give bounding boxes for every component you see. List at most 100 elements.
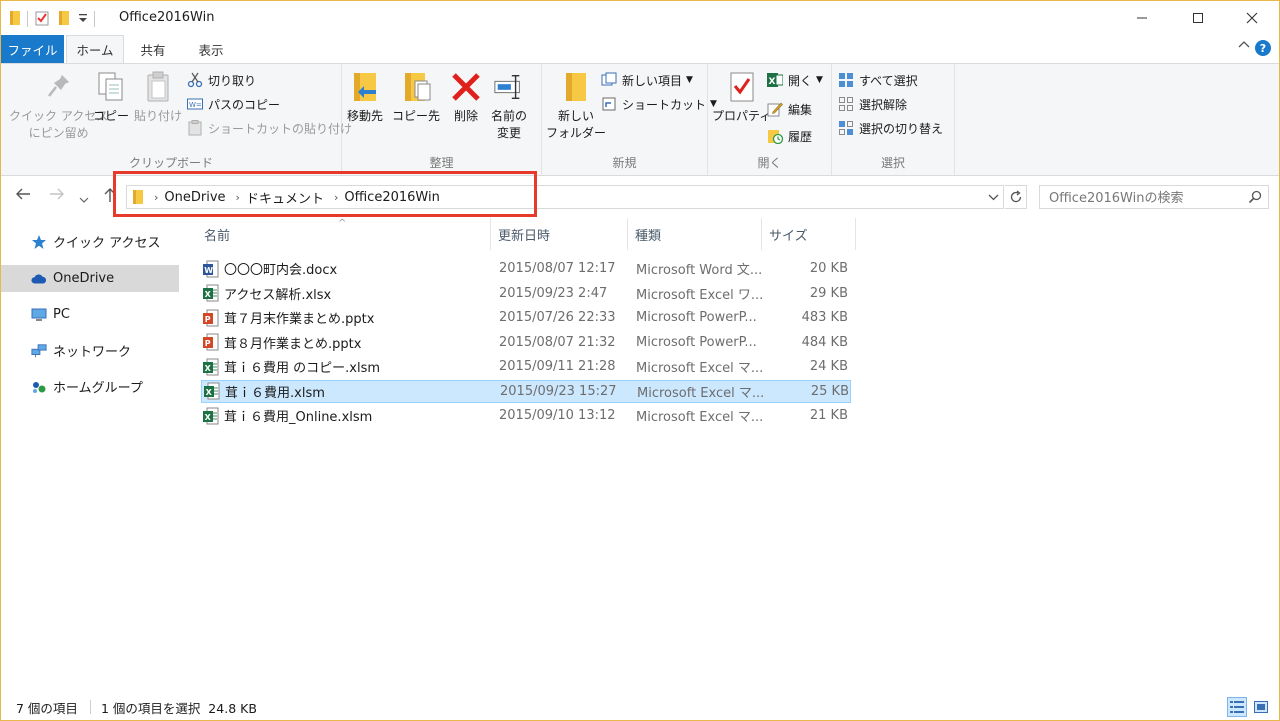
address-dropdown-icon[interactable] <box>988 190 999 207</box>
file-name: 〇〇〇町内会.docx <box>224 263 338 278</box>
file-name: アクセス解析.xlsx <box>224 287 332 303</box>
collapse-ribbon-icon[interactable] <box>1238 39 1250 54</box>
breadcrumb-chevron-icon[interactable]: › <box>154 191 158 204</box>
close-button[interactable] <box>1229 1 1275 35</box>
edit-button[interactable]: 編集 <box>767 98 812 120</box>
search-input[interactable] <box>1047 187 1241 209</box>
properties-button[interactable]: プロパティ <box>712 70 771 125</box>
up-arrow-icon[interactable] <box>103 187 117 207</box>
new-folder-qat-icon[interactable] <box>58 10 70 29</box>
copy-to-button[interactable]: コピー先 <box>392 70 440 125</box>
tab-file[interactable]: ファイル <box>1 35 64 63</box>
file-size: 483 KB <box>801 310 848 325</box>
column-header-name[interactable]: 名前 <box>197 218 491 250</box>
open-button[interactable]: X 開く ▼ <box>767 69 823 91</box>
nav-item-quick-access[interactable]: クイック アクセス <box>1 228 179 255</box>
select-none-button[interactable]: 選択解除 <box>838 93 907 115</box>
new-item-label: 新しい項目 <box>622 73 683 88</box>
minimize-button[interactable] <box>1119 1 1165 35</box>
file-type: Microsoft Word 文... <box>636 263 763 278</box>
tab-home[interactable]: ホーム <box>66 35 124 63</box>
file-type: Microsoft Excel マ... <box>636 410 764 425</box>
column-header-size[interactable]: サイズ <box>762 218 856 250</box>
breadcrumb-current-folder[interactable]: Office2016Win <box>344 190 439 205</box>
copy-icon <box>95 70 127 104</box>
properties-qat-icon[interactable] <box>34 10 50 29</box>
pin-icon <box>43 70 75 104</box>
file-row[interactable]: W 〇〇〇町内会.docx 2015/08/07 12:17 Microsoft Wo… <box>201 257 851 280</box>
search-icon[interactable] <box>1248 190 1262 207</box>
details-view-button[interactable] <box>1227 697 1247 717</box>
customize-qat-icon[interactable] <box>78 12 88 27</box>
word-file-icon: W <box>203 260 219 277</box>
copy-button[interactable]: コピー <box>93 70 129 125</box>
file-name: 茸ｉ６費用 のコピー.xlsm <box>224 361 381 376</box>
nav-item-pc[interactable]: PC <box>1 301 179 328</box>
organize-group-label: 整理 <box>429 156 454 170</box>
excel-file-icon: X <box>204 382 220 400</box>
file-row[interactable]: X 茸ｉ６費用_Online.xlsm 2015/09/10 13:12 Micros… <box>201 404 851 427</box>
nav-item-homegroup[interactable]: ホームグループ <box>1 373 179 400</box>
file-name-cell: W 〇〇〇町内会.docx <box>201 259 495 278</box>
file-row[interactable]: P 茸７月末作業まとめ.pptx 2015/07/26 22:33 Microsoft… <box>201 306 851 329</box>
nav-item-onedrive[interactable]: OneDrive <box>1 265 179 292</box>
maximize-button[interactable] <box>1175 1 1221 35</box>
cut-button[interactable]: 切り取り <box>187 69 256 91</box>
help-icon[interactable]: ? <box>1255 40 1271 56</box>
file-size: 24 KB <box>809 359 848 374</box>
column-header-label: 更新日時 <box>498 228 551 244</box>
file-row[interactable]: X 茸ｉ６費用 のコピー.xlsm 2015/09/11 21:28 Microsof… <box>201 355 851 378</box>
rename-icon <box>493 70 525 104</box>
new-folder-button[interactable]: 新しい フォルダー <box>546 70 606 142</box>
column-header-type[interactable]: 種類 <box>628 218 762 250</box>
history-button[interactable]: 履歴 <box>767 125 812 147</box>
select-all-button[interactable]: すべて選択 <box>838 69 918 91</box>
forward-arrow-icon[interactable] <box>49 187 65 205</box>
paste-shortcut-button[interactable]: ショートカットの貼り付け <box>187 117 352 139</box>
new-group: 新しい フォルダー 新しい項目 ▼ ショートカット ▼ 新規 <box>542 64 717 175</box>
back-arrow-icon[interactable] <box>15 187 31 205</box>
select-all-icon <box>838 72 854 88</box>
select-all-label: すべて選択 <box>859 73 918 88</box>
copy-path-label: パスのコピー <box>208 97 281 112</box>
paste-button[interactable]: 貼り付け <box>134 70 182 125</box>
tab-view[interactable]: 表示 <box>182 35 240 63</box>
move-to-label: 移動先 <box>347 109 384 123</box>
file-row[interactable]: X アクセス解析.xlsx 2015/09/23 2:47 Microsoft Exc… <box>201 282 851 305</box>
breadcrumb-documents[interactable]: ドキュメント <box>246 188 324 207</box>
tab-share[interactable]: 共有 <box>124 35 182 63</box>
nav-item-network[interactable]: ネットワーク <box>1 337 179 364</box>
breadcrumb-onedrive[interactable]: OneDrive <box>164 190 225 205</box>
column-header-label: 種類 <box>635 228 662 244</box>
large-icons-view-button[interactable] <box>1251 697 1271 717</box>
column-header-date[interactable]: 更新日時 <box>491 218 628 250</box>
breadcrumb-chevron-icon[interactable]: › <box>334 191 338 204</box>
file-date: 2015/09/23 15:27 <box>500 383 617 399</box>
invert-selection-button[interactable]: 選択の切り替え <box>838 117 943 139</box>
copy-path-button[interactable]: W= パスのコピー <box>187 93 280 115</box>
powerpoint-file-icon: P <box>203 333 219 351</box>
breadcrumb-chevron-icon[interactable]: › <box>236 191 240 204</box>
delete-button[interactable]: 削除 <box>450 70 482 125</box>
file-name-cell: X 茸ｉ６費用.xlsm <box>202 382 496 401</box>
new-item-button[interactable]: 新しい項目 ▼ <box>601 69 693 91</box>
shortcut-icon <box>601 96 617 112</box>
status-bar: 7 個の項目 1 個の項目を選択 24.8 KB <box>1 694 1279 720</box>
nav-item-label: クイック アクセス <box>53 236 161 251</box>
file-row[interactable]: P 茸８月作業まとめ.pptx 2015/08/07 21:32 Microsoft … <box>201 331 851 354</box>
select-group-label: 選択 <box>880 156 905 170</box>
chevron-down-icon: ▼ <box>816 75 823 85</box>
file-name-cell: X 茸ｉ６費用 のコピー.xlsm <box>201 357 495 376</box>
file-name: 茸８月作業まとめ.pptx <box>224 336 362 352</box>
easy-access-button[interactable]: ショートカット ▼ <box>601 93 717 115</box>
address-bar[interactable]: › OneDrive › ドキュメント › Office2016Win <box>126 185 1004 209</box>
paste-label: 貼り付け <box>134 109 183 123</box>
refresh-button[interactable] <box>1005 185 1027 209</box>
new-group-label: 新規 <box>612 156 637 170</box>
move-to-button[interactable]: 移動先 <box>347 70 383 125</box>
rename-button[interactable]: 名前の 変更 <box>491 70 527 142</box>
svg-text:X: X <box>205 413 212 422</box>
file-row[interactable]: X 茸ｉ６費用.xlsm 2015/09/23 15:27 Microsoft Exc… <box>201 379 851 403</box>
select-none-label: 選択解除 <box>859 97 908 112</box>
recent-locations-icon[interactable] <box>79 190 89 208</box>
